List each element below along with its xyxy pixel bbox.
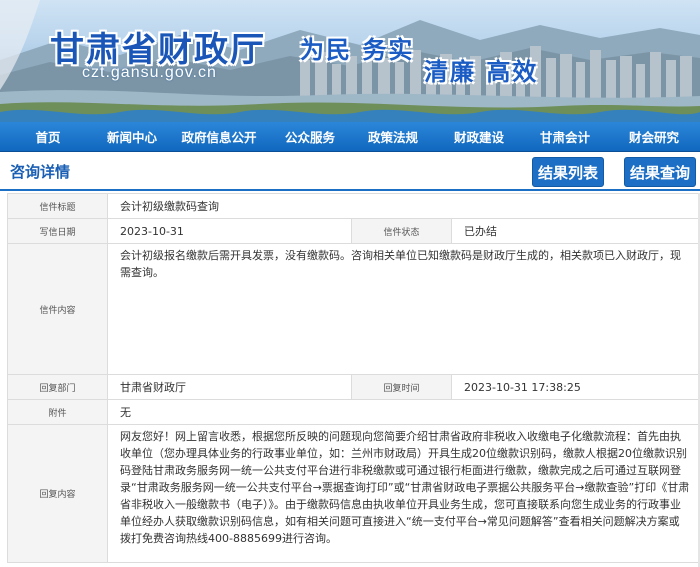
table-row: 写信日期 2023-10-31 信件状态 已办结 [7, 218, 700, 244]
table-row: 附件 无 [7, 399, 700, 425]
table-row: 回复内容 网友您好！网上留言收悉，根据您所反映的问题现向您简要介绍甘肃省政府非税… [7, 424, 700, 563]
nav-item-home[interactable]: 首页 [0, 127, 96, 146]
consultation-detail-table: 信件标题 会计初级缴款码查询 写信日期 2023-10-31 信件状态 已办结 … [7, 193, 700, 563]
slogan-line-2: 清廉 高效 [424, 57, 539, 86]
nav-item-public-service[interactable]: 公众服务 [270, 127, 350, 146]
site-banner: 甘肃省财政厅 czt.gansu.gov.cn 为民 务实 清廉 高效 [0, 0, 700, 122]
reply-time-value: 2023-10-31 17:38:25 [450, 374, 700, 400]
section-header: 咨询详情 结果列表 结果查询 [0, 153, 700, 191]
letter-status-label: 信件状态 [351, 218, 452, 244]
page-title: 咨询详情 [10, 163, 71, 181]
reply-content-value: 网友您好！网上留言收悉，根据您所反映的问题现向您简要介绍甘肃省政府非税收入收缴电… [106, 424, 700, 563]
nav-item-finance-build[interactable]: 财政建设 [436, 127, 522, 146]
letter-title-value: 会计初级缴款码查询 [106, 193, 700, 219]
nav-item-policy[interactable]: 政策法规 [350, 127, 436, 146]
reply-content-label: 回复内容 [7, 424, 108, 563]
letter-date-label: 写信日期 [7, 218, 108, 244]
nav-item-gov-info[interactable]: 政府信息公开 [168, 127, 270, 146]
letter-date-value: 2023-10-31 [107, 218, 352, 244]
attachment-value: 无 [106, 399, 700, 425]
table-row: 信件内容 会计初级报名缴款后需开具发票，没有缴款码。咨询相关单位已知缴款码是财政… [7, 243, 700, 375]
result-query-button[interactable]: 结果查询 [624, 157, 696, 187]
letter-content-value: 会计初级报名缴款后需开具发票，没有缴款码。咨询相关单位已知缴款码是财政厅生成的，… [106, 243, 700, 375]
nav-item-accounting[interactable]: 甘肃会计 [522, 127, 608, 146]
slogan-line-1: 为民 务实 [300, 35, 415, 64]
attachment-label: 附件 [7, 399, 108, 425]
main-nav: 首页 新闻中心 政府信息公开 公众服务 政策法规 财政建设 甘肃会计 财会研究 [0, 122, 700, 152]
table-row: 回复部门 甘肃省财政厅 回复时间 2023-10-31 17:38:25 [7, 374, 700, 400]
letter-title-label: 信件标题 [7, 193, 108, 219]
reply-dept-value: 甘肃省财政厅 [107, 374, 352, 400]
table-row: 信件标题 会计初级缴款码查询 [7, 193, 700, 219]
reply-time-label: 回复时间 [351, 374, 452, 400]
result-list-button[interactable]: 结果列表 [532, 157, 604, 187]
nav-item-news[interactable]: 新闻中心 [96, 127, 168, 146]
nav-item-research[interactable]: 财会研究 [608, 127, 700, 146]
letter-status-value: 已办结 [450, 218, 700, 244]
reply-dept-label: 回复部门 [7, 374, 108, 400]
letter-content-label: 信件内容 [7, 243, 108, 375]
site-domain: czt.gansu.gov.cn [82, 64, 217, 81]
